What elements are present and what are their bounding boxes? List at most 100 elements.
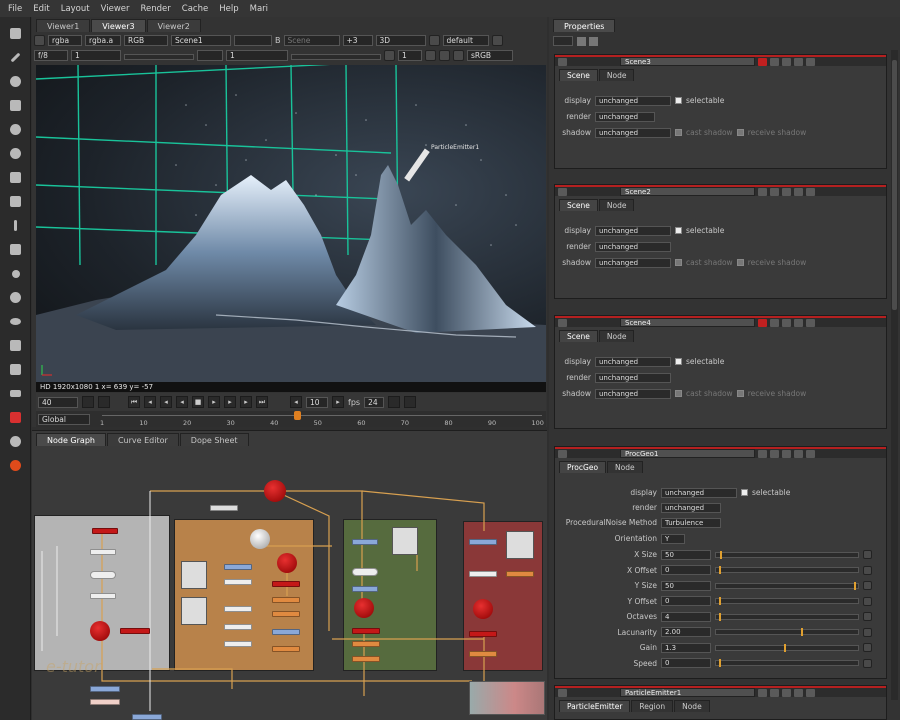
menu-layout[interactable]: Layout (61, 4, 90, 14)
node-orange-b[interactable] (272, 611, 300, 617)
proxy-dropdown[interactable]: 1 (398, 50, 422, 61)
float-icon[interactable] (794, 57, 803, 66)
tab-viewer3[interactable]: Viewer3 (91, 19, 146, 32)
color-icon[interactable] (758, 187, 767, 196)
particles-icon[interactable] (8, 266, 23, 281)
loop-icon[interactable] (388, 396, 401, 408)
receive-shadow-checkbox[interactable] (736, 390, 744, 397)
cast-shadow-checkbox[interactable] (675, 259, 682, 266)
node-blue-f[interactable] (90, 686, 120, 692)
node-graph-pane[interactable]: Node Graph Curve Editor Dope Sheet e-tut… (32, 430, 547, 720)
keyer-icon[interactable] (8, 170, 23, 185)
procgeo-name-field[interactable]: ProcGeo1 (620, 449, 755, 458)
gain-field[interactable]: 1 (71, 50, 121, 61)
node-red-b[interactable] (120, 628, 150, 634)
display-dropdown[interactable]: unchanged (661, 487, 737, 498)
revert-icon[interactable] (770, 318, 779, 327)
animation-menu-icon[interactable] (863, 565, 872, 575)
tab-viewer1[interactable]: Viewer1 (36, 19, 91, 32)
animation-menu-icon[interactable] (863, 550, 872, 559)
render-dropdown[interactable]: unchanged (595, 241, 671, 252)
field-value[interactable]: 50 (661, 580, 711, 591)
channels-dropdown[interactable]: rgba (48, 35, 82, 46)
display-dropdown[interactable]: RGB (124, 35, 168, 46)
plugin-icon[interactable] (8, 458, 23, 473)
node-scene-c[interactable] (354, 598, 374, 618)
node-orange-a[interactable] (272, 597, 300, 603)
node-blue-b[interactable] (272, 629, 300, 635)
node-orange-g[interactable] (469, 651, 497, 657)
collapse-icon[interactable] (558, 318, 567, 327)
tab-node[interactable]: Node (598, 69, 635, 81)
slider-handle[interactable] (853, 581, 856, 590)
node-white-h[interactable] (352, 568, 378, 576)
filter-icon[interactable] (8, 146, 23, 161)
slider-handle[interactable] (718, 597, 721, 605)
selectable-checkbox[interactable] (675, 227, 682, 234)
menu-mari[interactable]: Mari (250, 4, 268, 14)
properties-scrollbar[interactable] (891, 50, 898, 700)
lock-icon[interactable] (82, 396, 94, 408)
collapse-icon[interactable] (558, 688, 567, 697)
node-blue-c[interactable] (352, 539, 378, 545)
node-white-e[interactable] (224, 606, 252, 612)
revert-icon[interactable] (770, 187, 779, 196)
animation-menu-icon[interactable] (863, 643, 872, 652)
tab-scene[interactable]: Scene (559, 69, 598, 81)
close-icon[interactable] (806, 187, 815, 196)
menu-render[interactable]: Render (141, 4, 171, 14)
field-value[interactable]: 1.3 (661, 642, 711, 653)
node-blue-d[interactable] (352, 586, 378, 592)
clear-panels-icon[interactable] (577, 37, 586, 46)
node-white-f[interactable] (224, 624, 252, 630)
field-slider[interactable] (715, 550, 859, 559)
3d-icon[interactable] (8, 242, 23, 257)
slider-handle[interactable] (784, 643, 787, 652)
furnace-icon[interactable] (8, 410, 23, 425)
shadow-dropdown[interactable]: unchanged (595, 388, 671, 399)
node-blue-e[interactable] (469, 539, 497, 545)
float-icon[interactable] (794, 187, 803, 196)
help-icon[interactable] (782, 318, 791, 327)
node-white-c[interactable] (90, 593, 116, 599)
collapse-icon[interactable] (558, 187, 567, 196)
field-value[interactable]: 0 (661, 596, 711, 606)
tab-node[interactable]: Node (607, 461, 643, 473)
views-icon[interactable] (8, 314, 23, 329)
node-scene-a[interactable] (90, 621, 110, 641)
field-value[interactable]: 2.00 (661, 627, 711, 637)
node-red-c[interactable] (272, 581, 300, 587)
node-thumb-b[interactable] (181, 597, 207, 625)
range-dropdown[interactable]: Global (38, 414, 90, 425)
float-icon[interactable] (794, 449, 803, 458)
render-dropdown[interactable]: unchanged (595, 372, 671, 383)
stop-icon[interactable]: ■ (192, 396, 204, 408)
menu-edit[interactable]: Edit (33, 4, 49, 14)
selectable-checkbox[interactable] (675, 358, 682, 365)
revert-icon[interactable] (770, 449, 779, 458)
node-orange-c[interactable] (272, 646, 300, 652)
menu-cache[interactable]: Cache (182, 4, 208, 14)
cast-shadow-checkbox[interactable] (675, 390, 682, 397)
slider-handle[interactable] (801, 628, 804, 636)
collapse-icon[interactable] (558, 57, 567, 66)
float-icon[interactable] (794, 318, 803, 327)
roi-icon[interactable] (491, 35, 503, 46)
orientation-dropdown[interactable]: Y (661, 533, 685, 544)
metadata-icon[interactable] (8, 338, 23, 353)
merge-icon[interactable] (8, 194, 23, 209)
image-icon[interactable] (8, 26, 23, 41)
channel-icon[interactable] (8, 98, 23, 113)
prev-frame-icon[interactable]: ◂ (160, 396, 172, 408)
viewer-lock-icon[interactable] (34, 35, 45, 46)
cast-shadow-checkbox[interactable] (675, 129, 682, 136)
display-dropdown[interactable]: unchanged (595, 225, 671, 236)
layer-dropdown[interactable]: rgba.a (85, 35, 121, 46)
node-sphere[interactable] (250, 529, 270, 549)
emitter-name-field[interactable]: ParticleEmitter1 (620, 688, 755, 697)
next-key-icon[interactable]: ▸ (240, 396, 252, 408)
tab-scene[interactable]: Scene (559, 330, 598, 342)
tab-viewer2[interactable]: Viewer2 (146, 19, 201, 32)
close-icon[interactable] (806, 449, 815, 458)
step-forward-icon[interactable]: ▸ (332, 396, 344, 408)
